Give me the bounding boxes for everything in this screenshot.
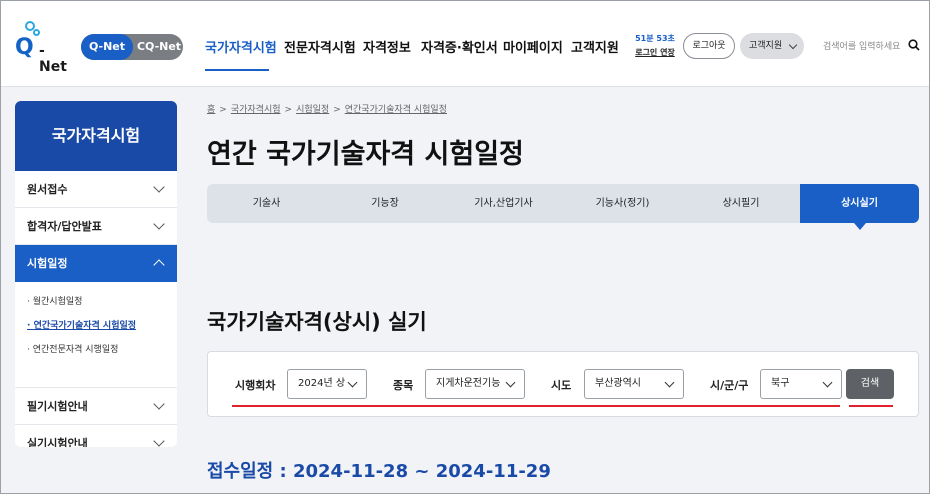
submenu-label: 연간국가기술자격 시험일정 (33, 321, 137, 331)
city-select[interactable]: 부산광역시 (584, 369, 684, 399)
search-filter-panel: 시행회차 2024년 상 종목 지게차운전기능 시도 부산광역시 시/군/구 북… (207, 351, 919, 417)
section-title: 국가기술자격(상시) 실기 (207, 310, 427, 334)
sidebar-item-results[interactable]: 합격자/답안발표 (15, 208, 177, 245)
submenu-item-annual-professional[interactable]: · 연간전문자격 시행일정 (27, 338, 177, 362)
search-input[interactable]: 검색어를 입력하세요 (823, 39, 900, 52)
sidebar-item-written-guide[interactable]: 필기시험안내 (15, 388, 177, 425)
submenu-label: 월간시험일정 (32, 297, 83, 307)
breadcrumb-separator: > (284, 105, 293, 115)
qnet-toggle-button[interactable]: Q-Net (81, 34, 133, 60)
sidebar-item-application[interactable]: 원서접수 (15, 171, 177, 208)
chevron-down-icon (347, 377, 358, 388)
nav-certificate[interactable]: 자격증·확인서 (421, 37, 498, 56)
tab-master-craftsman[interactable]: 기능장 (326, 184, 444, 223)
chevron-down-icon (153, 398, 165, 410)
chevron-down-icon (153, 435, 165, 447)
application-dates: 접수일정 : 2024-11-28 ~ 2024-11-29 (207, 461, 551, 482)
sidebar-item-label: 필기시험안내 (27, 400, 88, 413)
submenu-item-annual-national[interactable]: · 연간국가기술자격 시험일정 (27, 314, 177, 338)
logo-circle-small-icon (33, 29, 40, 36)
nav-qualification-info[interactable]: 자격정보 (363, 37, 411, 56)
round-select[interactable]: 2024년 상 (287, 369, 367, 399)
breadcrumb-separator: > (219, 105, 227, 115)
submenu-label: 연간전문자격 시행일정 (32, 345, 119, 355)
site-toggle: Q-Net CQ-Net (81, 34, 183, 60)
sidebar-item-label: 실기시험안내 (27, 437, 88, 447)
sidebar-title: 국가자격시험 (15, 101, 177, 171)
nav-professional-exam[interactable]: 전문자격시험 (284, 37, 356, 56)
tab-professional-engineer[interactable]: 기술사 (207, 184, 326, 223)
extend-login-link[interactable]: 로그인 연장 (631, 47, 679, 58)
chevron-down-icon (153, 181, 165, 193)
nav-national-exam[interactable]: 국가자격시험 (205, 37, 277, 56)
breadcrumb-separator: > (333, 105, 341, 115)
tab-craftsman[interactable]: 기능사(정기) (563, 184, 682, 223)
breadcrumb-current[interactable]: 연간국가기술자격 시험일정 (345, 105, 447, 115)
item-select-value: 지게차운전기능 (436, 378, 501, 389)
cqnet-toggle-button[interactable]: CQ-Net (135, 34, 183, 60)
item-select[interactable]: 지게차운전기능 (425, 369, 525, 399)
logo-q: Q (15, 35, 34, 60)
tab-regular-practical[interactable]: 상시실기 (800, 184, 919, 230)
chevron-up-icon (153, 259, 165, 271)
tab-regular-written[interactable]: 상시필기 (682, 184, 800, 223)
breadcrumb-home[interactable]: 홈 (207, 105, 215, 115)
chevron-down-icon (788, 40, 798, 50)
exam-type-tabs: 기술사 기능장 기사,산업기사 기능사(정기) 상시필기 상시실기 (207, 184, 919, 230)
annotation-underline-button (849, 405, 893, 407)
sidebar: 국가자격시험 원서접수 합격자/답안발표 시험일정 · 월간시험일정 · 연간국… (15, 101, 177, 447)
city-select-value: 부산광역시 (595, 378, 641, 389)
sidebar-item-label: 합격자/답안발표 (27, 220, 102, 233)
district-select-value: 북구 (771, 378, 790, 389)
sidebar-item-practical-guide[interactable]: 실기시험안내 (15, 425, 177, 447)
nav-support[interactable]: 고객지원 (571, 37, 619, 56)
nav-mypage[interactable]: 마이페이지 (503, 37, 563, 56)
tab-engineer[interactable]: 기사,산업기사 (444, 184, 563, 223)
search-button[interactable]: 검색 (846, 369, 894, 399)
submenu-item-monthly[interactable]: · 월간시험일정 (27, 290, 177, 314)
city-label: 시도 (551, 379, 572, 392)
breadcrumb: 홈 > 국가자격시험 > 시험일정 > 연간국가기술자격 시험일정 (207, 102, 447, 115)
annotation-underline (232, 405, 840, 407)
breadcrumb-schedule[interactable]: 시험일정 (296, 105, 329, 115)
round-label: 시행회차 (235, 379, 276, 392)
district-select[interactable]: 북구 (760, 369, 842, 399)
sidebar-item-schedule[interactable]: 시험일정 (15, 245, 177, 282)
session-timer: 51분 53초 로그인 연장 (631, 33, 679, 58)
sidebar-item-label: 원서접수 (27, 183, 68, 196)
sidebar-item-label: 시험일정 (27, 257, 68, 270)
page-title: 연간 국가기술자격 시험일정 (207, 139, 524, 170)
logout-button[interactable]: 로그아웃 (683, 33, 735, 59)
session-time: 51분 53초 (635, 34, 675, 43)
search-icon[interactable] (908, 39, 920, 51)
logo-net: - Net (39, 43, 67, 75)
chevron-down-icon (505, 377, 516, 388)
customer-support-label: 고객지원 (749, 41, 783, 51)
chevron-down-icon (153, 218, 165, 230)
sidebar-submenu: · 월간시험일정 · 연간국가기술자격 시험일정 · 연간전문자격 시행일정 (15, 282, 177, 388)
qnet-logo[interactable]: Q - Net (15, 19, 75, 75)
breadcrumb-national[interactable]: 국가자격시험 (231, 105, 281, 115)
chevron-down-icon (664, 377, 675, 388)
customer-support-dropdown[interactable]: 고객지원 (740, 33, 804, 59)
chevron-down-icon (822, 377, 833, 388)
item-label: 종목 (393, 379, 414, 392)
site-header: Q - Net Q-Net CQ-Net 국가자격시험 전문자격시험 자격정보 … (1, 1, 929, 87)
district-label: 시/군/구 (710, 379, 749, 392)
nav-active-indicator (205, 69, 269, 71)
round-select-value: 2024년 상 (298, 378, 346, 389)
